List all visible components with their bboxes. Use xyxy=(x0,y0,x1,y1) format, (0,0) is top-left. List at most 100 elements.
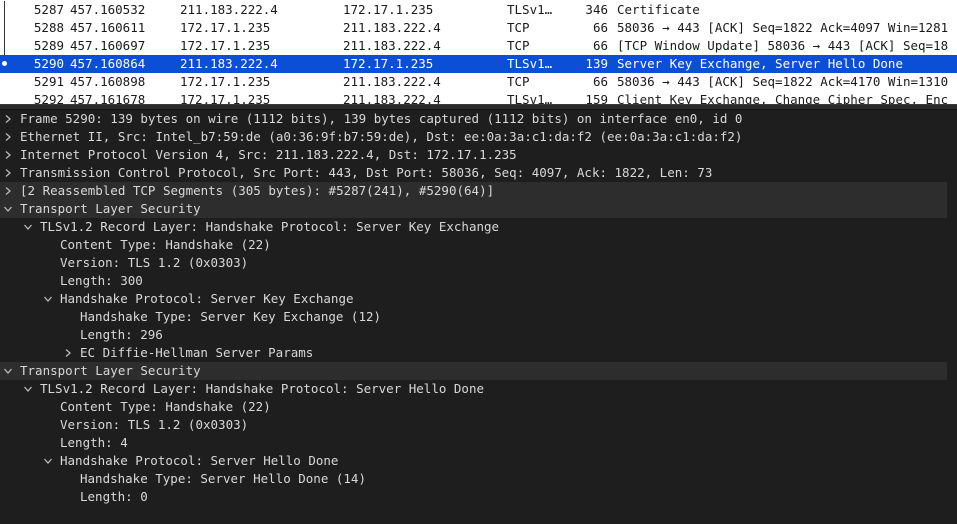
tree-node-label: TLSv1.2 Record Layer: Handshake Protocol… xyxy=(40,381,485,396)
chevron-right-icon[interactable] xyxy=(2,164,14,182)
packet-cell-len: 66 xyxy=(592,38,608,53)
packet-cell-proto: TCP xyxy=(507,20,530,35)
tree-node[interactable]: Length: 0 xyxy=(0,488,947,506)
tree-node[interactable]: Length: 300 xyxy=(0,272,947,290)
tree-node[interactable]: Length: 296 xyxy=(0,326,947,344)
chevron-down-icon[interactable] xyxy=(42,452,54,470)
tree-node-label: Transport Layer Security xyxy=(20,363,201,378)
packet-cell-proto: TLSv1… xyxy=(507,92,553,104)
packet-cell-info: Certificate xyxy=(617,2,700,17)
chevron-right-icon[interactable] xyxy=(2,110,14,128)
packet-cell-dst: 172.17.1.235 xyxy=(343,56,434,71)
packet-cell-no: 5290 xyxy=(33,56,64,71)
packet-cell-dst: 211.183.222.4 xyxy=(343,38,441,53)
packet-cell-time: 457.161678 xyxy=(70,92,146,104)
tree-node-label: Length: 0 xyxy=(80,489,148,504)
tree-node[interactable]: [2 Reassembled TCP Segments (305 bytes):… xyxy=(0,182,947,200)
packet-cell-no: 5288 xyxy=(33,20,64,35)
packet-cell-dst: 211.183.222.4 xyxy=(343,74,441,89)
packet-cell-info: Server Key Exchange, Server Hello Done xyxy=(617,56,903,71)
packet-row[interactable]: 5289 457.160697 172.17.1.235 211.183.222.4 T… xyxy=(0,37,957,55)
packet-cell-dst: 211.183.222.4 xyxy=(343,20,441,35)
details-scrollbar[interactable] xyxy=(947,110,957,524)
tree-node[interactable]: Ethernet II, Src: Intel_b7:59:de (a0:36:… xyxy=(0,128,947,146)
packet-cell-time: 457.160532 xyxy=(70,2,146,17)
packet-cell-src: 172.17.1.235 xyxy=(180,20,271,35)
chevron-down-icon[interactable] xyxy=(22,380,34,398)
chevron-down-icon[interactable] xyxy=(2,362,14,380)
packet-row[interactable]: 5288 457.160611 172.17.1.235 211.183.222.4 T… xyxy=(0,19,957,37)
chevron-right-icon[interactable] xyxy=(2,182,14,200)
tree-node-label: Handshake Protocol: Server Hello Done xyxy=(60,453,339,468)
packet-cell-len: 66 xyxy=(592,20,608,35)
tree-node[interactable]: Transport Layer Security xyxy=(0,200,947,218)
packet-cell-src: 172.17.1.235 xyxy=(180,92,271,104)
tree-node[interactable]: EC Diffie-Hellman Server Params xyxy=(0,344,947,362)
tree-node[interactable]: Handshake Type: Server Hello Done (14) xyxy=(0,470,947,488)
packet-cell-no: 5289 xyxy=(33,38,64,53)
packet-cell-info: Client Key Exchange, Change Cipher Spec,… xyxy=(617,92,949,104)
packet-row[interactable]: 5291 457.160898 172.17.1.235 211.183.222.4 T… xyxy=(0,73,957,91)
packet-row[interactable]: 5292 457.161678 172.17.1.235 211.183.222.4 T… xyxy=(0,91,957,104)
tree-node-label: Version: TLS 1.2 (0x0303) xyxy=(60,417,249,432)
tree-node-label: Frame 5290: 139 bytes on wire (1112 bits… xyxy=(20,111,743,126)
packet-cell-len: 66 xyxy=(592,74,608,89)
tree-node[interactable]: Version: TLS 1.2 (0x0303) xyxy=(0,416,947,434)
tree-node[interactable]: Version: TLS 1.2 (0x0303) xyxy=(0,254,947,272)
packet-row[interactable]: 5290 457.160864 211.183.222.4 172.17.1.235 T… xyxy=(0,55,957,73)
tree-node-label: Handshake Type: Server Hello Done (14) xyxy=(80,471,366,486)
chevron-down-icon[interactable] xyxy=(42,290,54,308)
tree-node-label: Length: 296 xyxy=(80,327,163,342)
chevron-right-icon[interactable] xyxy=(62,344,74,362)
packet-cell-proto: TCP xyxy=(507,38,530,53)
tree-node[interactable]: Length: 4 xyxy=(0,434,947,452)
tree-node[interactable]: TLSv1.2 Record Layer: Handshake Protocol… xyxy=(0,218,947,236)
packet-cell-src: 172.17.1.235 xyxy=(180,74,271,89)
packet-cell-len: 139 xyxy=(585,56,608,71)
packet-cell-time: 457.160611 xyxy=(70,20,146,35)
packet-cell-src: 172.17.1.235 xyxy=(180,38,271,53)
tree-node-label: Length: 300 xyxy=(60,273,143,288)
packet-cell-info: 58036 → 443 [ACK] Seq=1822 Ack=4170 Win=… xyxy=(617,74,949,89)
tree-node-label: EC Diffie-Hellman Server Params xyxy=(80,345,314,360)
tree-node[interactable]: Content Type: Handshake (22) xyxy=(0,236,947,254)
tree-node[interactable]: Internet Protocol Version 4, Src: 211.18… xyxy=(0,146,947,164)
tree-node-label: Version: TLS 1.2 (0x0303) xyxy=(60,255,249,270)
chevron-down-icon[interactable] xyxy=(22,218,34,236)
tree-node[interactable]: Handshake Type: Server Key Exchange (12) xyxy=(0,308,947,326)
tree-node-label: Internet Protocol Version 4, Src: 211.18… xyxy=(20,147,517,162)
packet-cell-proto: TCP xyxy=(507,74,530,89)
packet-details-tree[interactable]: Frame 5290: 139 bytes on wire (1112 bits… xyxy=(0,110,957,524)
packet-cell-proto: TLSv1… xyxy=(507,56,553,71)
tree-node-label: Transport Layer Security xyxy=(20,201,201,216)
packet-cell-no: 5287 xyxy=(33,2,64,17)
tree-node[interactable]: TLSv1.2 Record Layer: Handshake Protocol… xyxy=(0,380,947,398)
tree-node-label: Transmission Control Protocol, Src Port:… xyxy=(20,165,713,180)
tree-node[interactable]: Handshake Protocol: Server Hello Done xyxy=(0,452,947,470)
packet-cell-info: 58036 → 443 [ACK] Seq=1822 Ack=4097 Win=… xyxy=(617,20,949,35)
chevron-right-icon[interactable] xyxy=(2,128,14,146)
packet-row[interactable]: 5287 457.160532 211.183.222.4 172.17.1.235 T… xyxy=(0,1,957,19)
packet-cell-len: 159 xyxy=(585,92,608,104)
tree-node[interactable]: Frame 5290: 139 bytes on wire (1112 bits… xyxy=(0,110,947,128)
packet-cell-src: 211.183.222.4 xyxy=(180,2,278,17)
tree-node[interactable]: Content Type: Handshake (22) xyxy=(0,398,947,416)
packet-list[interactable]: 5287 457.160532 211.183.222.4 172.17.1.235 T… xyxy=(0,0,957,104)
tree-node[interactable]: Transmission Control Protocol, Src Port:… xyxy=(0,164,947,182)
tree-node-label: Handshake Protocol: Server Key Exchange xyxy=(60,291,354,306)
packet-cell-dst: 211.183.222.4 xyxy=(343,92,441,104)
chevron-down-icon[interactable] xyxy=(2,200,14,218)
packet-cell-time: 457.160864 xyxy=(70,56,146,71)
tree-node-label: Content Type: Handshake (22) xyxy=(60,237,271,252)
chevron-right-icon[interactable] xyxy=(2,146,14,164)
packet-cell-time: 457.160898 xyxy=(70,74,146,89)
packet-cell-src: 211.183.222.4 xyxy=(180,56,278,71)
tree-node-label: TLSv1.2 Record Layer: Handshake Protocol… xyxy=(40,219,500,234)
tree-node-label: Ethernet II, Src: Intel_b7:59:de (a0:36:… xyxy=(20,129,743,144)
tree-node-label: Handshake Type: Server Key Exchange (12) xyxy=(80,309,382,324)
packet-cell-time: 457.160697 xyxy=(70,38,146,53)
packet-cell-info: [TCP Window Update] 58036 → 443 [ACK] Se… xyxy=(617,38,949,53)
tree-node[interactable]: Handshake Protocol: Server Key Exchange xyxy=(0,290,947,308)
tree-node[interactable]: Transport Layer Security xyxy=(0,362,947,380)
packet-cell-len: 346 xyxy=(585,2,608,17)
